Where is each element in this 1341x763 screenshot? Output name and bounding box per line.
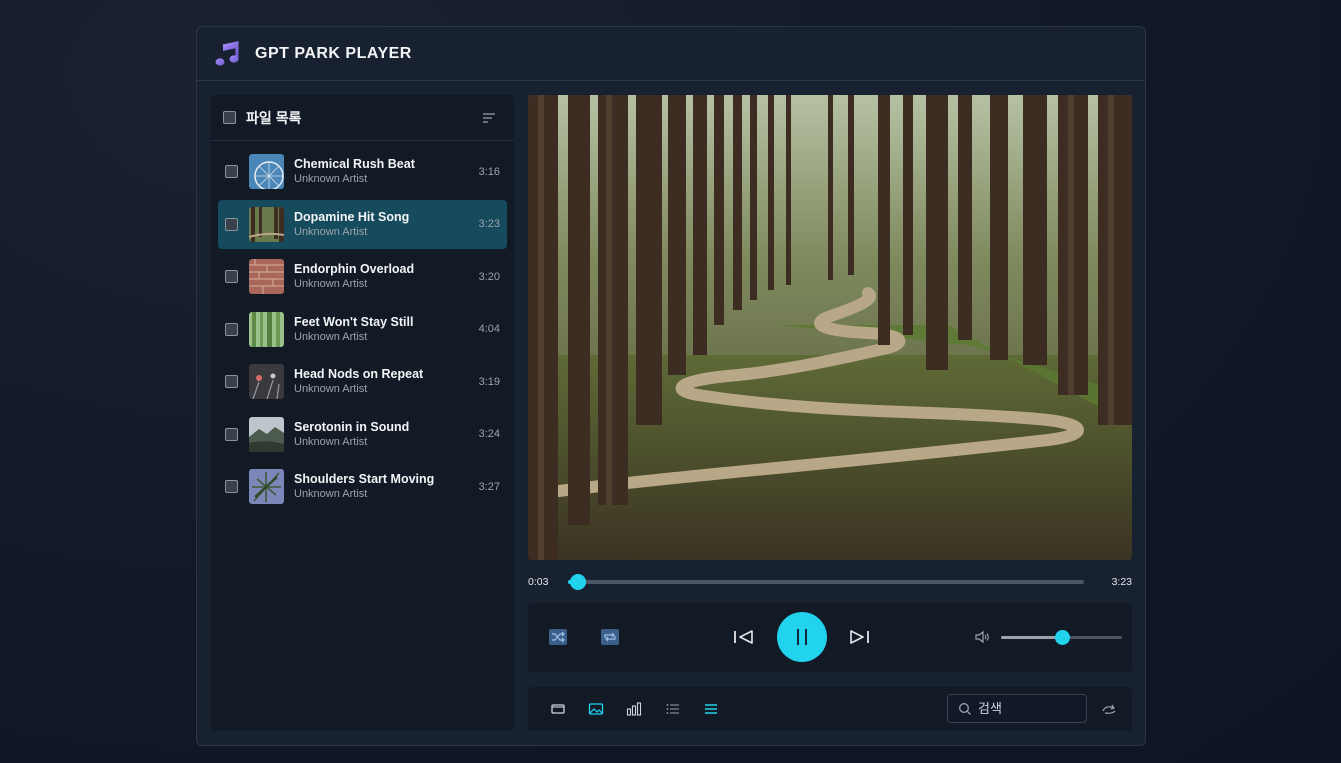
track-info: Head Nods on Repeat Unknown Artist <box>294 367 479 396</box>
sort-icon[interactable] <box>480 109 498 127</box>
track-duration: 3:19 <box>478 375 500 388</box>
track-row[interactable]: Serotonin in Sound Unknown Artist 3:24 <box>218 410 507 459</box>
track-duration: 3:16 <box>478 165 500 178</box>
track-thumbnail <box>249 206 284 242</box>
track-artist: Unknown Artist <box>294 278 368 290</box>
select-all-checkbox[interactable] <box>223 111 236 124</box>
volume-slider-handle[interactable] <box>1054 630 1070 645</box>
track-duration: 3:20 <box>478 270 500 283</box>
file-list-panel: 파일 목록 Chemical Rush Beat Unknown Artist 3:… <box>211 95 514 731</box>
track-checkbox[interactable] <box>225 375 238 388</box>
track-thumbnail <box>249 416 284 452</box>
track-row[interactable]: Endorphin Overload Unknown Artist 3:20 <box>218 252 507 301</box>
track-info: Serotonin in Sound Unknown Artist <box>294 420 479 449</box>
track-title: Head Nods on Repeat <box>294 367 424 381</box>
track-row[interactable]: Dopamine Hit Song Unknown Artist 3:23 <box>218 199 507 249</box>
window-icon[interactable] <box>547 698 569 720</box>
track-row[interactable]: Feet Won't Stay Still Unknown Artist 4:04 <box>218 305 507 354</box>
volume-slider[interactable] <box>1001 630 1122 645</box>
track-checkbox[interactable] <box>225 217 238 231</box>
view-toolbar <box>528 687 1132 731</box>
track-duration: 3:27 <box>478 480 500 493</box>
search-input[interactable] <box>978 701 1078 716</box>
track-artist: Unknown Artist <box>294 435 368 448</box>
image-icon[interactable] <box>585 698 607 720</box>
track-row[interactable]: Chemical Rush Beat Unknown Artist 3:16 <box>218 147 507 196</box>
track-info: Dopamine Hit Song Unknown Artist <box>294 210 479 239</box>
app-header: GPT PARK PLAYER <box>197 27 1145 81</box>
track-title: Shoulders Start Moving <box>294 472 435 486</box>
playback-controls <box>528 603 1132 672</box>
refresh-icon[interactable] <box>1098 698 1120 720</box>
pause-icon <box>797 629 807 645</box>
search-box[interactable] <box>947 694 1087 723</box>
track-thumbnail <box>249 364 284 399</box>
shuffle-icon[interactable] <box>548 628 568 646</box>
track-info: Shoulders Start Moving Unknown Artist <box>294 472 479 501</box>
seek-bar-handle[interactable] <box>570 574 587 590</box>
volume-icon[interactable] <box>974 629 990 645</box>
track-title: Dopamine Hit Song <box>294 209 410 224</box>
track-artist: Unknown Artist <box>294 488 368 500</box>
file-list-header: 파일 목록 <box>211 95 514 141</box>
track-artist: Unknown Artist <box>294 330 368 343</box>
track-thumbnail <box>249 469 284 504</box>
track-checkbox[interactable] <box>225 322 238 336</box>
track-duration: 3:24 <box>478 428 500 440</box>
player-window: GPT PARK PLAYER 파일 목록 Chemical Rush Beat… <box>196 26 1146 746</box>
track-thumbnail <box>249 259 284 294</box>
track-checkbox[interactable] <box>225 427 238 441</box>
repeat-icon[interactable] <box>600 628 620 646</box>
total-time: 3:23 <box>1111 576 1132 588</box>
album-art <box>528 95 1132 560</box>
track-list: Chemical Rush Beat Unknown Artist 3:16 Dopa… <box>211 141 514 521</box>
track-artist: Unknown Artist <box>294 383 368 395</box>
progress-row: 0:03 3:23 <box>528 571 1132 593</box>
track-duration: 4:04 <box>478 323 500 335</box>
track-checkbox[interactable] <box>225 480 238 493</box>
file-list-title: 파일 목록 <box>246 109 302 126</box>
track-checkbox[interactable] <box>225 270 238 283</box>
track-row[interactable]: Shoulders Start Moving Unknown Artist 3:27 <box>218 462 507 511</box>
previous-icon[interactable] <box>732 626 756 648</box>
track-thumbnail <box>249 311 284 347</box>
bar-chart-icon[interactable] <box>623 698 645 720</box>
music-note-icon <box>213 40 241 68</box>
track-info: Chemical Rush Beat Unknown Artist <box>294 157 479 186</box>
track-title: Endorphin Overload <box>294 262 415 276</box>
search-icon <box>959 702 971 715</box>
track-info: Endorphin Overload Unknown Artist <box>294 262 479 291</box>
track-row[interactable]: Head Nods on Repeat Unknown Artist 3:19 <box>218 357 507 406</box>
track-artist: Unknown Artist <box>294 173 368 185</box>
list-icon[interactable] <box>662 698 684 720</box>
seek-bar[interactable] <box>568 574 1084 590</box>
menu-icon[interactable] <box>700 698 722 720</box>
track-info: Feet Won't Stay Still Unknown Artist <box>294 315 479 344</box>
track-checkbox[interactable] <box>225 165 238 178</box>
next-icon[interactable] <box>847 626 871 648</box>
current-time: 0:03 <box>528 576 549 588</box>
track-thumbnail <box>249 154 284 189</box>
track-title: Feet Won't Stay Still <box>294 314 414 329</box>
volume-slider-fill <box>1001 636 1062 639</box>
track-title: Serotonin in Sound <box>294 419 410 434</box>
track-duration: 3:23 <box>478 218 500 230</box>
pause-button[interactable] <box>777 612 827 662</box>
app-title: GPT PARK PLAYER <box>255 44 412 62</box>
track-title: Chemical Rush Beat <box>294 157 415 171</box>
track-artist: Unknown Artist <box>294 225 368 238</box>
